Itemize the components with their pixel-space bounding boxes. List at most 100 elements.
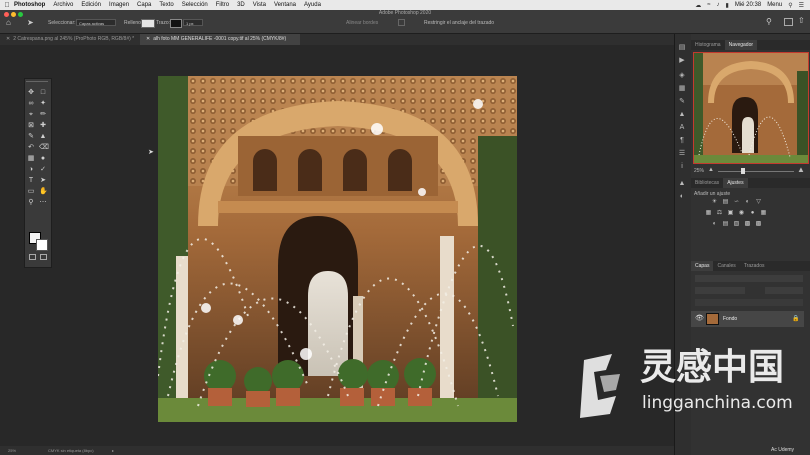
menu-texto[interactable]: Texto <box>159 2 173 8</box>
menu-3d[interactable]: 3D <box>237 2 245 8</box>
posterize-icon[interactable]: ▤ <box>722 221 729 228</box>
libraries-panel-icon[interactable]: ▲ <box>678 180 686 188</box>
properties-panel-icon[interactable]: ☰ <box>678 150 686 158</box>
tab-trazados[interactable]: Trazados <box>740 261 769 271</box>
battery-icon[interactable]: ▮ <box>726 2 729 9</box>
opacity-field[interactable] <box>765 287 803 294</box>
type-tool-icon[interactable]: T <box>27 177 35 185</box>
levels-icon[interactable]: ▤ <box>722 199 729 206</box>
channel-mixer-icon[interactable]: ● <box>749 210 756 217</box>
menubar-menu-label[interactable]: Menu <box>767 2 782 8</box>
background-color-swatch[interactable] <box>36 239 48 251</box>
layer-row-fondo[interactable]: 👁 Fondo 🔒 <box>691 311 804 327</box>
zoom-window-button[interactable] <box>18 12 23 17</box>
control-center-icon[interactable]: ☰ <box>799 2 804 9</box>
adjustments-panel-icon[interactable]: ◐ <box>678 193 686 201</box>
select-dropdown[interactable]: Capas activas <box>76 19 116 26</box>
tab-alhambra[interactable]: ✕ alh foto MM GENERALIFE -0001 copy.tif a… <box>140 34 300 45</box>
invert-icon[interactable]: ◐ <box>711 221 718 228</box>
home-icon[interactable]: ⌂ <box>6 19 11 27</box>
frame-tool-icon[interactable]: ⊠ <box>27 122 35 130</box>
align-edges-box[interactable] <box>398 19 405 26</box>
swatches-panel-icon[interactable]: ▦ <box>678 85 686 93</box>
zoom-slider-handle[interactable] <box>741 168 745 174</box>
gradient-map-icon[interactable]: ▩ <box>755 221 762 228</box>
eyedropper-tool-icon[interactable]: ✏ <box>39 111 47 119</box>
color-panel-icon[interactable]: ◈ <box>678 72 686 80</box>
blur-tool-icon[interactable]: ● <box>39 155 47 163</box>
workspace-icon[interactable] <box>784 18 793 26</box>
clone-source-icon[interactable]: ▲ <box>678 111 686 119</box>
fill-swatch[interactable] <box>141 19 155 28</box>
hand-tool-icon[interactable]: ✋ <box>39 188 48 196</box>
path-selection-tool-icon[interactable]: ➤ <box>27 19 34 27</box>
menubar-clock[interactable]: Mié 20:38 <box>735 2 761 8</box>
photo-filter-icon[interactable]: ◉ <box>738 210 745 217</box>
stroke-width-field[interactable]: 1 px <box>183 19 203 26</box>
stroke-swatch[interactable] <box>170 19 182 28</box>
tab-ajustes[interactable]: Ajustes <box>723 178 748 188</box>
layer-visibility-eye-icon[interactable]: 👁 <box>695 314 704 323</box>
document-image[interactable] <box>158 76 517 422</box>
quick-selection-tool-icon[interactable]: ✦ <box>39 100 47 108</box>
apple-icon[interactable]:  <box>0 2 14 9</box>
search-icon[interactable]: ⚲ <box>788 2 792 9</box>
clone-stamp-tool-icon[interactable]: ▲ <box>39 133 47 141</box>
navigator-thumbnail[interactable] <box>693 52 809 164</box>
navigator-zoom-slider[interactable] <box>718 171 794 172</box>
menu-archivo[interactable]: Archivo <box>53 2 73 8</box>
hue-saturation-icon[interactable]: ▦ <box>705 210 712 217</box>
edit-toolbar-icon[interactable]: ⋯ <box>39 199 47 207</box>
menu-app-name[interactable]: Photoshop <box>14 2 45 8</box>
screen-mode-icon[interactable] <box>40 254 47 260</box>
toolbox-grip[interactable] <box>26 81 48 85</box>
tab-navegador[interactable]: Navegador <box>724 40 758 50</box>
menu-ayuda[interactable]: Ayuda <box>304 2 321 8</box>
document-info[interactable]: CMYK sin etiqueta (8bpc) <box>48 446 94 455</box>
blend-mode-dropdown[interactable] <box>695 287 745 294</box>
navigator-zoom-value[interactable]: 25% <box>694 168 704 174</box>
rectangle-tool-icon[interactable]: ▭ <box>27 188 35 196</box>
menu-ventana[interactable]: Ventana <box>274 2 296 8</box>
paragraph-panel-icon[interactable]: ¶ <box>678 137 686 145</box>
threshold-icon[interactable]: ▧ <box>733 221 740 228</box>
lock-options-row[interactable] <box>695 299 803 306</box>
dodge-tool-icon[interactable]: ◑ <box>27 166 35 174</box>
color-lookup-icon[interactable]: ▦ <box>760 210 767 217</box>
quick-mask-icon[interactable] <box>29 254 36 260</box>
share-icon[interactable]: ⇧ <box>798 17 805 25</box>
menu-edicion[interactable]: Edición <box>81 2 101 8</box>
layer-filter-field[interactable] <box>695 275 803 282</box>
selective-color-icon[interactable]: ▩ <box>744 221 751 228</box>
path-selection-tool-icon[interactable]: ➤ <box>39 177 47 185</box>
tab-catrespana[interactable]: ✕ 2 Catrespana.png al 245% (ProPhoto RGB,… <box>0 34 140 45</box>
search-icon[interactable]: ⚲ <box>766 18 772 26</box>
layer-name[interactable]: Fondo <box>723 315 737 323</box>
curves-icon[interactable]: ∽ <box>733 199 740 206</box>
close-tab-icon[interactable]: ✕ <box>6 36 10 42</box>
pen-tool-icon[interactable]: ✓ <box>39 166 47 174</box>
history-brush-tool-icon[interactable]: ↶ <box>27 144 35 152</box>
marquee-tool-icon[interactable]: □ <box>39 89 47 97</box>
zoom-tool-icon[interactable]: ⚲ <box>27 199 35 207</box>
menu-vista[interactable]: Vista <box>253 2 266 8</box>
exposure-icon[interactable]: ◐ <box>744 199 751 206</box>
info-panel-icon[interactable]: i <box>678 163 686 171</box>
close-tab-icon[interactable]: ✕ <box>146 36 150 42</box>
constrain-path-dragging-checkbox[interactable]: Restringir el anclaje del trazado <box>424 20 494 26</box>
gradient-tool-icon[interactable]: ▦ <box>27 155 35 163</box>
status-arrow-icon[interactable]: ▸ <box>112 446 114 455</box>
lasso-tool-icon[interactable]: ∞ <box>27 100 35 108</box>
tab-capas[interactable]: Capas <box>691 261 714 271</box>
healing-brush-tool-icon[interactable]: ✚ <box>39 122 47 130</box>
cloud-icon[interactable]: ☁ <box>695 2 701 9</box>
black-white-icon[interactable]: ▣ <box>727 210 734 217</box>
crop-tool-icon[interactable]: ⌖ <box>27 111 35 119</box>
menu-capa[interactable]: Capa <box>137 2 151 8</box>
brush-settings-icon[interactable]: ✎ <box>678 98 686 106</box>
color-balance-icon[interactable]: ⚖ <box>716 210 723 217</box>
close-window-button[interactable] <box>4 12 9 17</box>
brush-tool-icon[interactable]: ✎ <box>27 133 35 141</box>
align-edges-checkbox[interactable]: Alinear bordes <box>346 20 378 26</box>
tab-canales[interactable]: Canales <box>713 261 739 271</box>
